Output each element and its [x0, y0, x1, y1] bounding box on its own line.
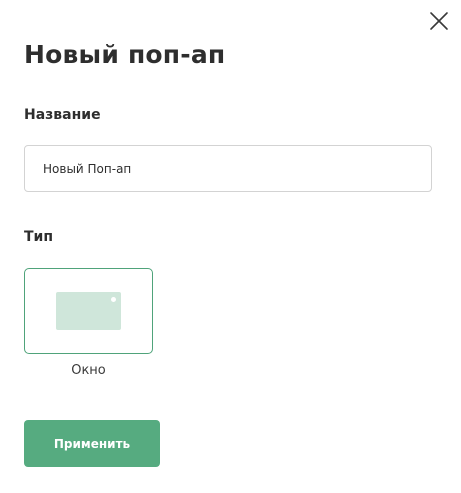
close-button[interactable] — [427, 9, 451, 33]
window-close-dot — [111, 297, 116, 302]
name-input[interactable] — [24, 145, 432, 192]
new-popup-dialog: Новый поп-ап Название Тип Окно Применить — [0, 0, 461, 493]
close-icon — [430, 12, 448, 30]
type-option-window[interactable] — [24, 268, 153, 354]
window-preview-icon — [56, 292, 121, 330]
name-label: Название — [24, 107, 101, 123]
apply-button[interactable]: Применить — [24, 420, 160, 467]
type-label: Тип — [24, 229, 54, 245]
type-option-window-label: Окно — [71, 363, 106, 378]
dialog-title: Новый поп-ап — [24, 40, 226, 69]
